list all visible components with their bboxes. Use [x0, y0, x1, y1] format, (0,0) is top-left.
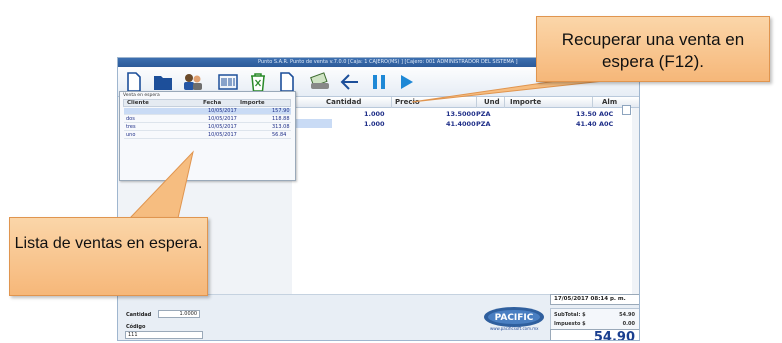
- callout-recuperar: Recuperar una venta en espera (F12).: [536, 16, 770, 82]
- screenshot-stage: Punto S.A.R. Punto de venta v.7.0.0 [Caj…: [0, 0, 782, 343]
- callout-lista: Lista de ventas en espera.: [9, 217, 208, 296]
